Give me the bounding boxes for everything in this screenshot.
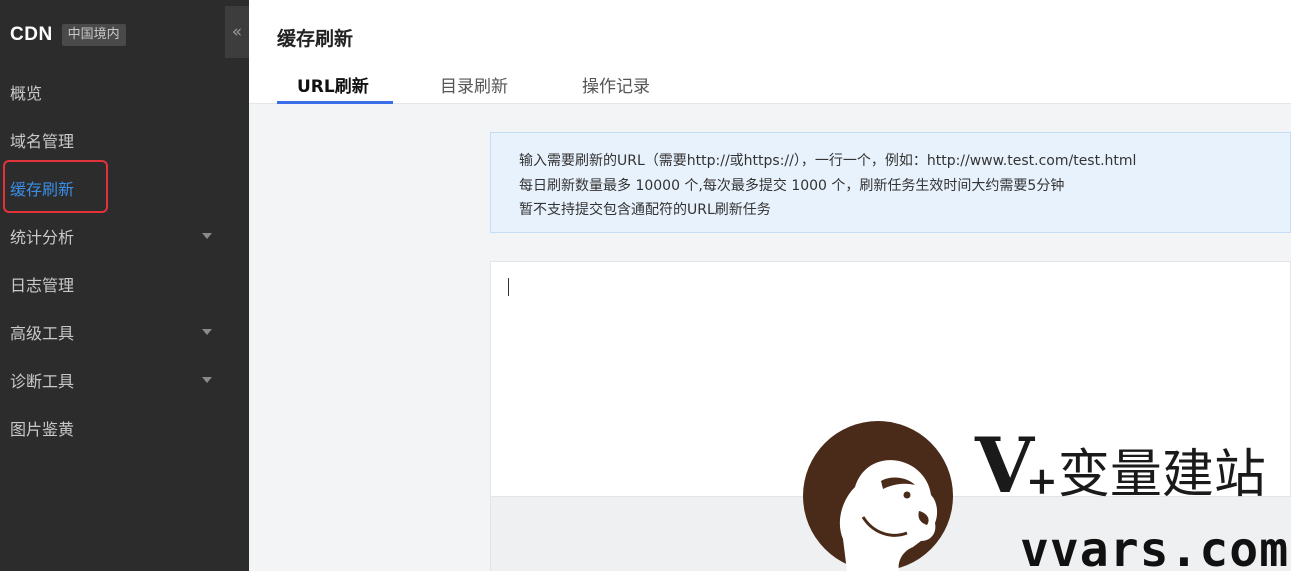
caret-down-icon bbox=[202, 377, 212, 383]
text-cursor bbox=[508, 278, 509, 296]
sidebar: CDN 中国境内 « 概览 域名管理 缓存刷新 统计分析 日志管理 高级工具 诊… bbox=[0, 0, 249, 571]
sidebar-nav: 概览 域名管理 缓存刷新 统计分析 日志管理 高级工具 诊断工具 图片鉴黄 bbox=[0, 68, 249, 452]
sidebar-item-domain-management[interactable]: 域名管理 bbox=[0, 116, 249, 164]
product-name: CDN bbox=[10, 24, 53, 45]
notice-line: 每日刷新数量最多 10000 个,每次最多提交 1000 个，刷新任务生效时间大… bbox=[519, 178, 1065, 194]
sidebar-item-label: 日志管理 bbox=[10, 276, 75, 295]
caret-down-icon bbox=[202, 233, 212, 239]
watermark-v: V bbox=[975, 421, 1034, 510]
watermark-brand: V+变量建站 bbox=[975, 428, 1266, 504]
page-title: 缓存刷新 bbox=[277, 28, 354, 50]
active-tab-indicator bbox=[277, 101, 393, 104]
sidebar-item-overview[interactable]: 概览 bbox=[0, 68, 249, 116]
sidebar-item-label: 统计分析 bbox=[10, 228, 75, 247]
watermark-name: 变量建站 bbox=[1057, 445, 1266, 505]
collapse-sidebar-icon[interactable]: « bbox=[225, 6, 249, 58]
sidebar-item-log-management[interactable]: 日志管理 bbox=[0, 260, 249, 308]
gorilla-logo-icon bbox=[803, 421, 953, 571]
caret-down-icon bbox=[202, 329, 212, 335]
tab-directory-refresh[interactable]: 目录刷新 bbox=[440, 72, 508, 97]
sidebar-item-diagnostic-tools[interactable]: 诊断工具 bbox=[0, 356, 249, 404]
sidebar-item-image-moderation[interactable]: 图片鉴黄 bbox=[0, 404, 249, 452]
region-badge[interactable]: 中国境内 bbox=[61, 24, 126, 46]
watermark-domain: vvars.com bbox=[1020, 522, 1290, 571]
notice-line: 输入需要刷新的URL（需要http://或https://），一行一个，例如：h… bbox=[519, 153, 1137, 169]
sidebar-item-label: 概览 bbox=[10, 84, 43, 103]
sidebar-item-label: 图片鉴黄 bbox=[10, 420, 75, 439]
page-header: 缓存刷新 URL刷新 目录刷新 操作记录 bbox=[249, 0, 1291, 104]
watermark-plus: + bbox=[1025, 458, 1058, 503]
brand: CDN 中国境内 bbox=[10, 22, 126, 48]
tab-url-refresh[interactable]: URL刷新 bbox=[297, 72, 369, 97]
sidebar-item-statistics[interactable]: 统计分析 bbox=[0, 212, 249, 260]
tab-operation-records[interactable]: 操作记录 bbox=[582, 72, 650, 97]
annotation-highlight-box bbox=[3, 160, 108, 213]
sidebar-item-advanced-tools[interactable]: 高级工具 bbox=[0, 308, 249, 356]
sidebar-item-label: 高级工具 bbox=[10, 324, 75, 343]
sidebar-item-label: 诊断工具 bbox=[10, 372, 75, 391]
notice-line: 暂不支持提交包含通配符的URL刷新任务 bbox=[519, 202, 771, 218]
info-notice: 输入需要刷新的URL（需要http://或https://），一行一个，例如：h… bbox=[490, 132, 1291, 233]
sidebar-item-label: 域名管理 bbox=[10, 132, 75, 151]
